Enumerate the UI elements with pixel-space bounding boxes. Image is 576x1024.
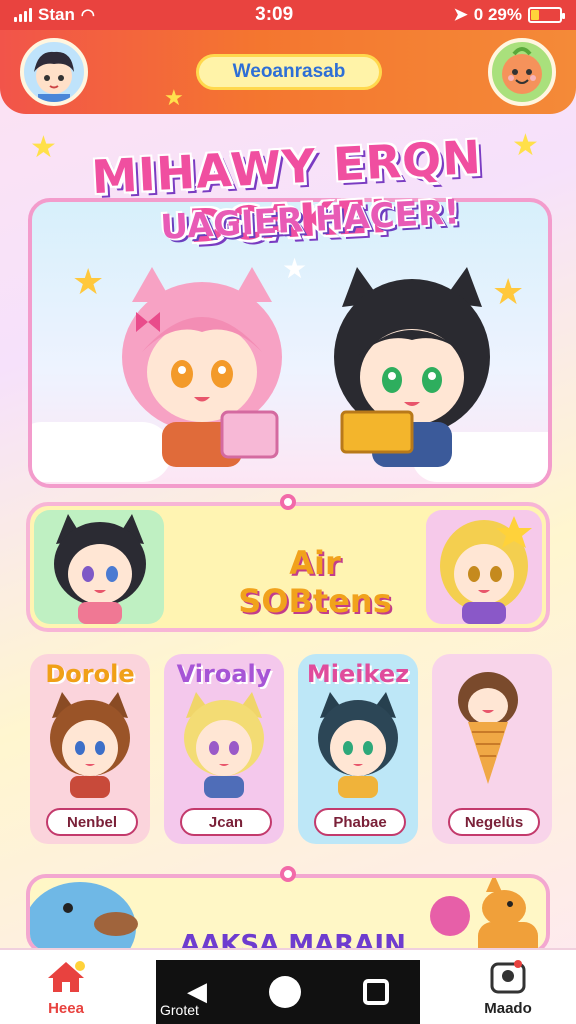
recents-icon[interactable] <box>363 979 389 1005</box>
banner-label: Air SOBtens <box>238 544 392 620</box>
card-name-tag: Phabae <box>314 808 406 836</box>
pink-hair-character <box>122 267 282 467</box>
carrier-label: Stan <box>38 5 75 24</box>
clock: 3:09 <box>255 4 294 25</box>
blue-creature-icon <box>30 882 138 950</box>
banner-pin <box>280 494 296 510</box>
tab-profile-label: Maado <box>484 999 532 1017</box>
character-card[interactable]: Mieikez Phabae <box>298 654 418 844</box>
orange-dog-icon <box>430 878 538 950</box>
ice-cream-character <box>458 672 518 784</box>
card-name-tag: Nenbel <box>46 808 138 836</box>
blonde-hair-character <box>184 692 264 798</box>
tab-home[interactable]: Heea <box>24 950 108 1024</box>
character-cards: Dorole Nenbel Viroaly Jcan Mieikez Phaba… <box>30 654 554 844</box>
home-icon <box>48 960 85 992</box>
nav-middle-label: Grotet <box>160 1002 199 1018</box>
star-icon: ★ <box>72 262 105 303</box>
card-title: Mieikez <box>306 660 410 688</box>
profile-icon <box>490 959 526 993</box>
tab-home-label: Heea <box>48 999 84 1017</box>
banner-character-left <box>34 510 164 624</box>
star-icon: ★ <box>164 86 184 111</box>
character-card[interactable]: Negelüs <box>432 654 552 844</box>
battery-icon <box>527 7 565 23</box>
character-card[interactable]: Dorole Nenbel <box>30 654 150 844</box>
brown-hair-character <box>50 692 130 798</box>
card-name-tag: Jcan <box>180 808 272 836</box>
black-hair-character <box>334 267 490 467</box>
card-title: Viroaly <box>176 660 272 688</box>
character-card[interactable]: Viroaly Jcan <box>164 654 284 844</box>
system-nav-bar: ◀ Grotet <box>156 960 420 1024</box>
bottom-section[interactable]: AAKSA MARAIN <box>26 874 550 954</box>
mascot-avatar[interactable] <box>488 38 556 106</box>
battery-text: 0 29% <box>473 5 522 24</box>
profile-avatar[interactable] <box>20 38 88 106</box>
section-pin <box>280 866 296 882</box>
location-icon: ➤ <box>453 5 468 24</box>
app-header: ★ Weoanrasab <box>0 30 576 114</box>
card-title: Dorole <box>45 660 135 688</box>
banner-character-right <box>426 510 542 624</box>
featured-banner[interactable]: Air SOBtens <box>26 502 550 632</box>
tab-profile[interactable]: Maado <box>466 950 550 1024</box>
header-title: Weoanrasab <box>196 54 382 90</box>
card-name-tag: Negelüs <box>448 808 540 836</box>
signal-icon <box>14 8 32 22</box>
teal-hair-character <box>318 692 398 798</box>
wifi-icon: ◠ <box>80 7 95 24</box>
home-circle-icon[interactable] <box>269 976 301 1008</box>
status-bar: Stan ◠ 3:09 ➤ 0 29% <box>0 0 576 30</box>
